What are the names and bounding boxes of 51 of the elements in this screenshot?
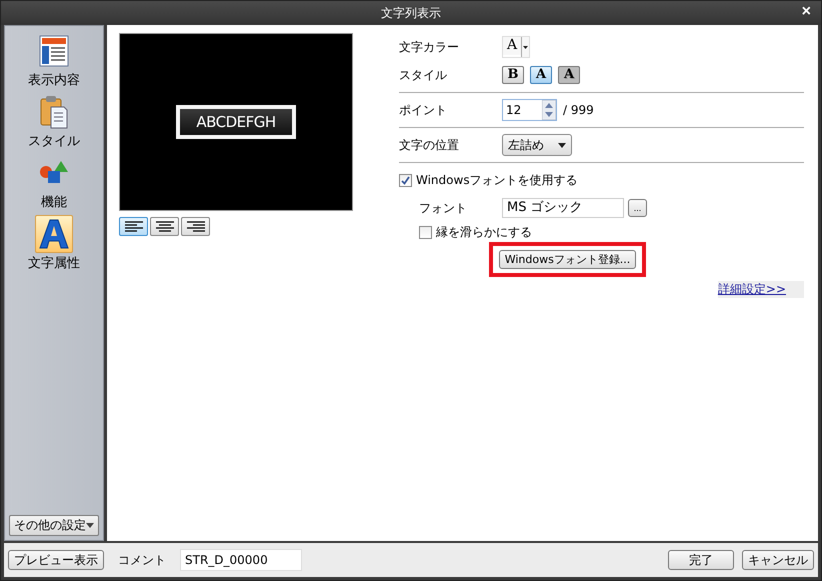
position-label: 文字の位置	[399, 136, 460, 154]
checkbox[interactable]	[399, 174, 412, 186]
cancel-button[interactable]: キャンセル	[742, 550, 814, 570]
document-layout-icon	[39, 35, 69, 67]
sidebar-item[interactable]: 文字属性	[14, 213, 94, 272]
register-font-button[interactable]: Windowsフォント登録...	[499, 250, 636, 269]
style-button[interactable]: A	[530, 66, 552, 84]
sidebar-label: 表示内容	[28, 72, 80, 89]
browse-button[interactable]: ...	[628, 199, 647, 217]
point-label: ポイント	[399, 102, 448, 118]
caret-icon	[86, 523, 94, 528]
text-color-label: 文字カラー	[399, 38, 460, 56]
text-color-picker[interactable]: A	[502, 36, 530, 58]
advanced-settings-link[interactable]: 詳細設定>>	[718, 281, 804, 298]
shapes-icon	[39, 160, 69, 186]
comment-label: コメント	[118, 552, 166, 568]
position-dropdown[interactable]: 左詰め	[502, 134, 572, 156]
style-button[interactable]: A	[558, 66, 580, 84]
checkbox[interactable]	[419, 226, 432, 238]
font-field[interactable]: MS ゴシック	[502, 198, 624, 218]
sidebar-label: 機能	[41, 194, 67, 211]
point-spinbox[interactable]: 12	[502, 99, 557, 121]
clipboard-icon	[40, 95, 68, 129]
window-title: 文字列表示	[381, 4, 441, 22]
point-max-text: / 999	[563, 103, 594, 117]
comment-field[interactable]: STR_D_00000	[180, 549, 302, 571]
align-button[interactable]	[181, 217, 210, 236]
preview-button[interactable]: プレビュー表示	[8, 550, 104, 570]
ok-button[interactable]: 完了	[668, 550, 734, 570]
align-button[interactable]	[150, 217, 179, 236]
align-right-icon	[186, 220, 206, 232]
other-settings-dropdown[interactable]: その他の設定	[9, 515, 99, 536]
sample-text: ABCDEFGH	[180, 109, 292, 135]
style-button[interactable]: B	[502, 66, 524, 84]
close-button[interactable]: ×	[798, 3, 815, 21]
caret-icon	[558, 142, 566, 148]
sidebar-item[interactable]: 表示内容	[14, 30, 94, 89]
checkbox-label: Windowsフォントを使用する	[416, 172, 578, 188]
checkbox-label: 縁を滑らかにする	[436, 224, 532, 240]
letter-a-icon	[38, 218, 70, 250]
align-center-icon	[154, 220, 174, 232]
style-label: スタイル	[399, 66, 448, 84]
sidebar-label: 文字属性	[28, 255, 80, 272]
sidebar-label: スタイル	[28, 133, 80, 150]
spinner-arrows-icon	[542, 100, 556, 120]
sidebar-item[interactable]: 機能	[14, 152, 94, 211]
caret-icon	[523, 46, 528, 48]
align-left-icon	[124, 220, 144, 232]
sidebar-item[interactable]: スタイル	[14, 91, 94, 150]
font-label: フォント	[419, 200, 468, 216]
align-button[interactable]	[119, 217, 148, 236]
